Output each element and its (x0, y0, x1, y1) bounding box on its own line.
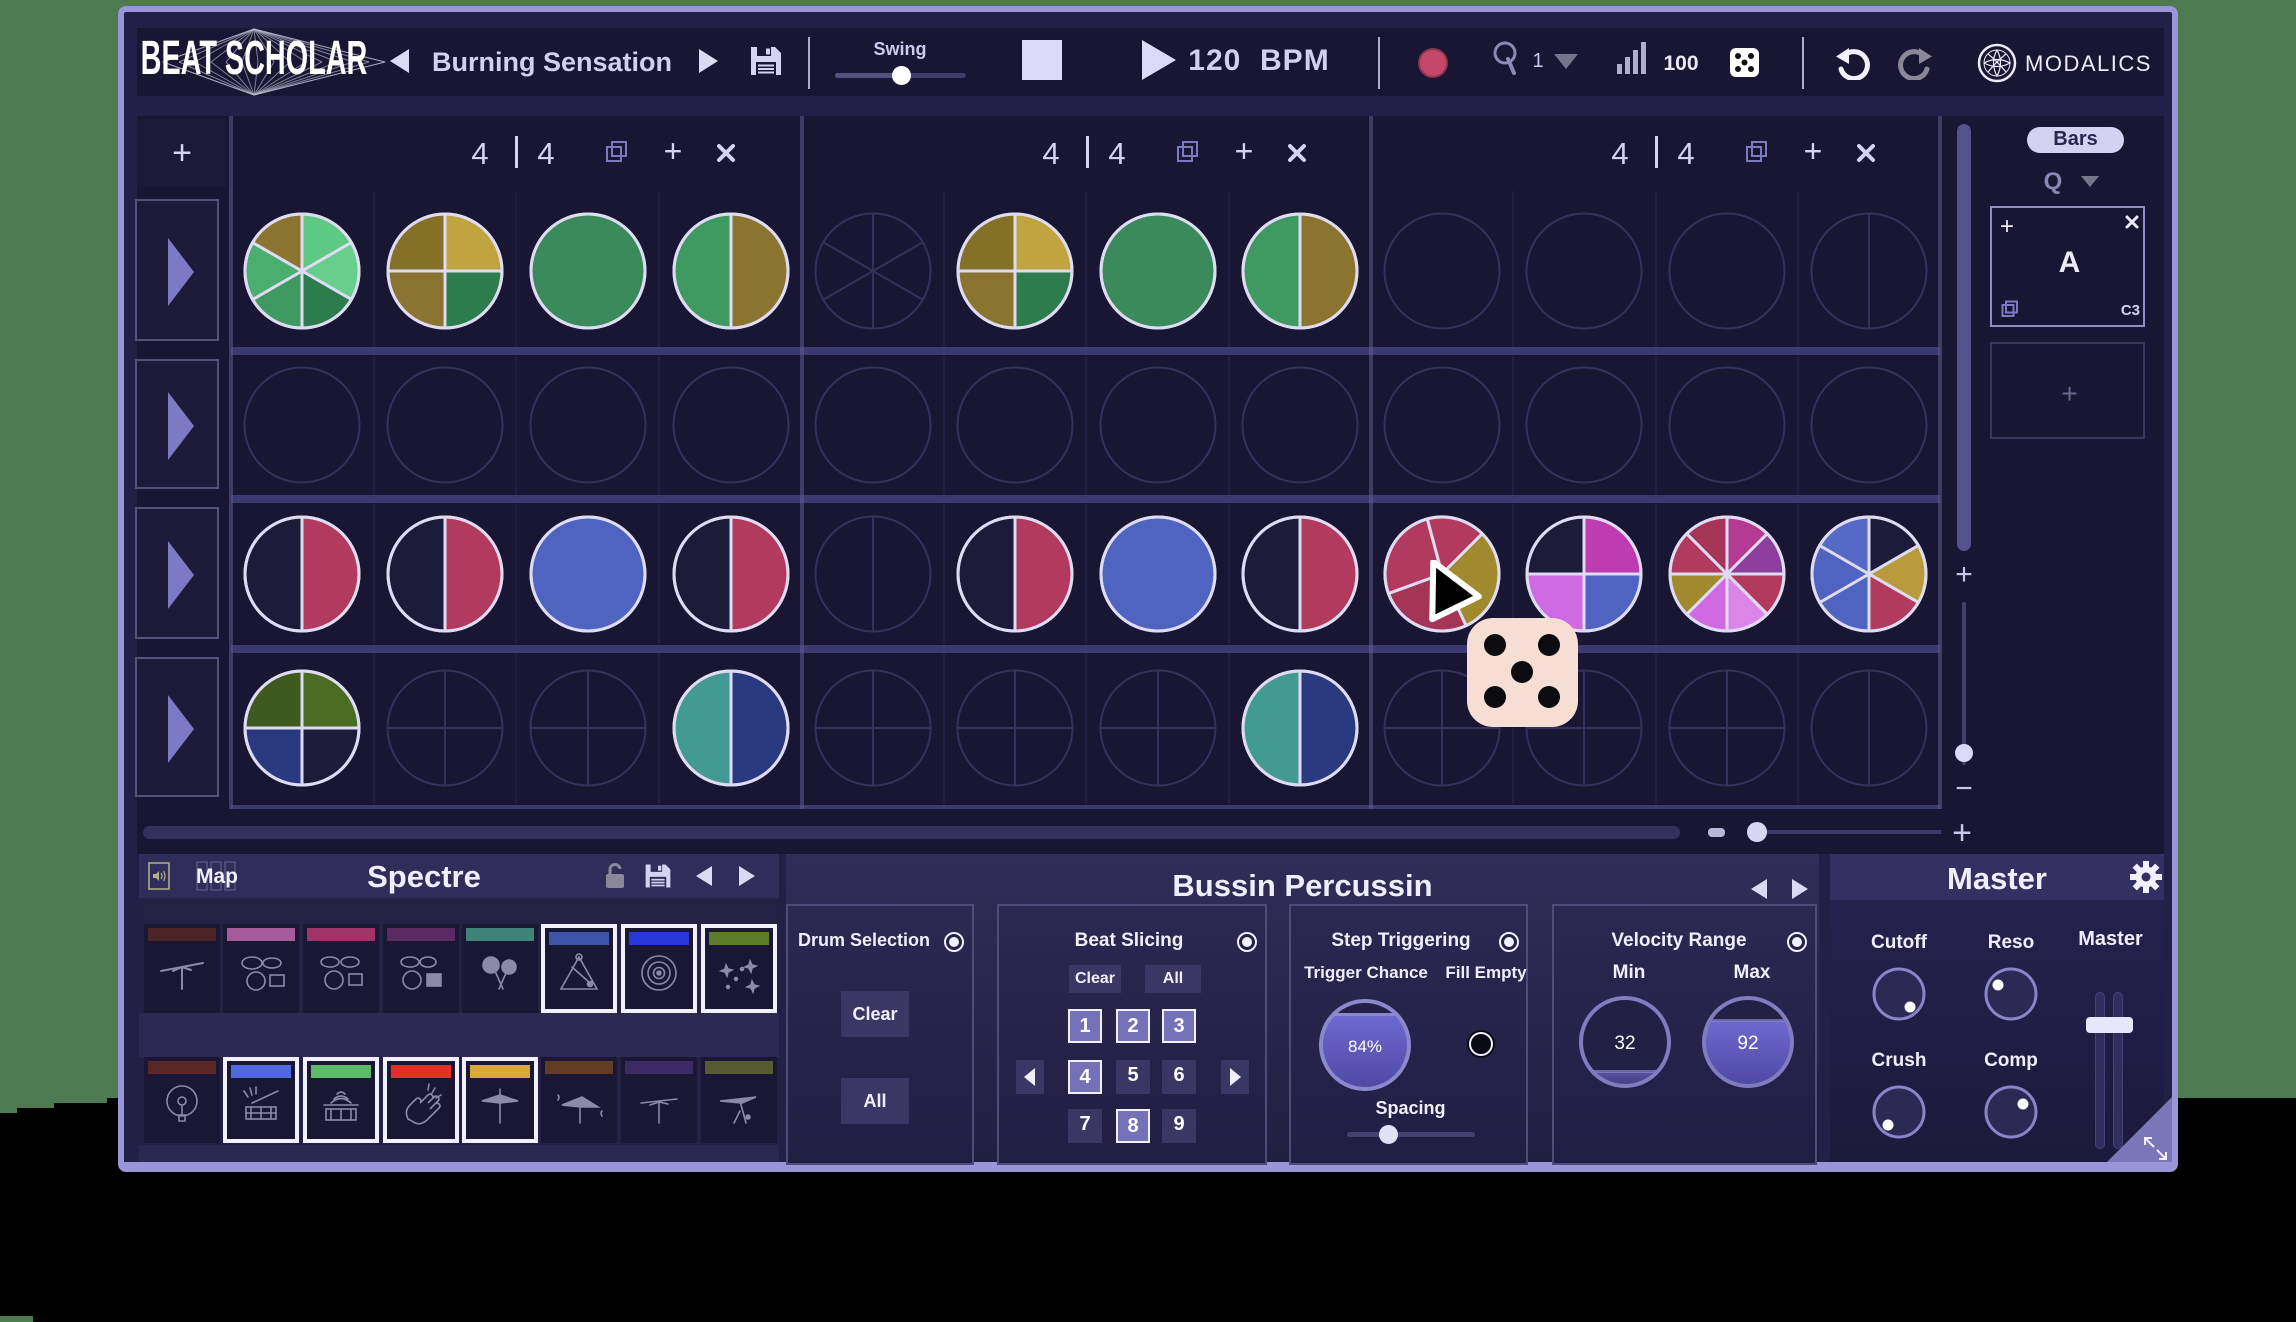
svg-text:92: 92 (1737, 1033, 1758, 1054)
svg-text:32: 32 (1614, 1033, 1635, 1054)
svg-text:84%: 84% (1348, 1037, 1382, 1056)
